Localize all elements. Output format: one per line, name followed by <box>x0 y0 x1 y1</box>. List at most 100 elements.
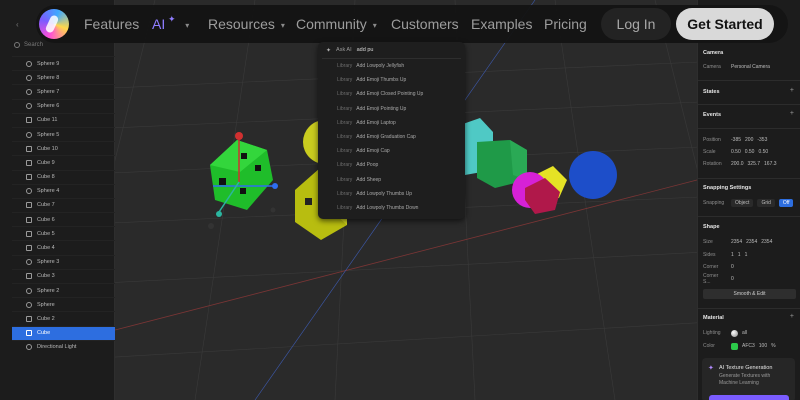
get-started-button[interactable]: Get Started <box>676 8 774 40</box>
color-swatch[interactable] <box>731 342 738 350</box>
layer-item-label: Sphere 7 <box>37 88 60 95</box>
snapping-row[interactable]: Snapping Object Grid Off <box>703 198 796 208</box>
snap-object-option[interactable]: Object <box>731 199 754 207</box>
layer-item[interactable]: Sphere 8 <box>12 70 115 84</box>
nav-link-resources[interactable]: Resources ▾ <box>208 16 285 32</box>
position-row[interactable]: Position -385 200 -353 <box>703 135 796 145</box>
lighting-row[interactable]: Lighting all <box>703 328 796 338</box>
scale-row[interactable]: Scale 0.50 0.50 0.50 <box>703 147 796 157</box>
sphere-icon <box>26 103 32 110</box>
palette-item[interactable]: Library Add Sheep <box>318 173 465 187</box>
size-y[interactable]: 2354 <box>746 239 757 245</box>
layer-item[interactable]: Cube 3 <box>12 268 115 283</box>
nav-link-community[interactable]: Community ▾ <box>296 16 377 32</box>
rotation-x[interactable]: 200.0 <box>731 161 744 167</box>
ai-texture-button[interactable] <box>709 395 789 400</box>
sides-z[interactable]: 1 <box>745 252 748 258</box>
layer-item[interactable]: Sphere 7 <box>12 84 115 98</box>
position-x[interactable]: -385 <box>731 137 741 143</box>
rotation-z[interactable]: 167.3 <box>764 161 777 167</box>
position-y[interactable]: 200 <box>745 137 753 143</box>
layer-item[interactable]: Sphere 5 <box>12 126 115 141</box>
palette-item[interactable]: Library Add Lowpoly Thumbs Up <box>318 187 465 201</box>
size-row[interactable]: Size 2354 2354 2354 <box>703 237 796 247</box>
camera-row[interactable]: Camera Personal Camera <box>703 62 796 72</box>
brand-logo[interactable] <box>39 9 69 39</box>
corner-smoothing-value[interactable]: 0 <box>731 276 734 282</box>
palette-item[interactable]: Library Add Emoji Graduation Cap <box>318 130 465 144</box>
size-z[interactable]: 2354 <box>761 239 772 245</box>
layer-item[interactable]: Cube 7 <box>12 197 115 212</box>
palette-search-field[interactable]: ✦ Ask AI add pu <box>318 42 465 58</box>
scale-y[interactable]: 0.50 <box>745 149 755 155</box>
layer-item[interactable]: Sphere 2 <box>12 283 115 297</box>
palette-item[interactable]: Library Add Emoji Pointing Up <box>318 102 465 116</box>
sides-row[interactable]: Sides 1 1 1 <box>703 250 796 260</box>
layer-item[interactable]: Cube 4 <box>12 240 115 254</box>
nav-link-pricing[interactable]: Pricing <box>544 16 587 32</box>
login-button[interactable]: Log In <box>601 8 671 40</box>
snapping-toggle[interactable]: Off <box>778 199 794 207</box>
ai-texture-card[interactable]: ✦ AI Texture Generation Generate Texture… <box>702 358 795 400</box>
layer-item[interactable]: Sphere 3 <box>12 254 115 269</box>
panel-collapse-icon[interactable]: ‹ <box>16 20 19 29</box>
position-z[interactable]: -353 <box>757 137 767 143</box>
opacity-value[interactable]: 100 <box>759 343 767 349</box>
snap-grid-option[interactable]: Grid <box>757 199 775 207</box>
layer-item[interactable]: Cube 2 <box>12 311 115 325</box>
palette-item[interactable]: Library Add Lowpoly Jellyfish <box>318 59 465 73</box>
layer-item[interactable]: Sphere <box>12 297 115 311</box>
cube-icon <box>26 245 32 252</box>
color-row[interactable]: Color AFC3 100 % <box>703 341 796 351</box>
palette-item[interactable]: Library Add Lowpoly Thumbs Down <box>318 201 465 215</box>
add-material-icon[interactable]: + <box>790 313 794 320</box>
palette-item[interactable]: Library Add Emoji Thumbs Up <box>318 73 465 87</box>
corner-row[interactable]: Corner 0 <box>703 262 796 272</box>
layer-item[interactable]: Cube 9 <box>12 155 115 169</box>
size-x[interactable]: 2354 <box>731 239 742 245</box>
add-event-icon[interactable]: + <box>790 110 794 117</box>
layer-item[interactable]: Cube 11 <box>12 112 115 127</box>
layer-item-label: Cube 8 <box>37 174 55 181</box>
add-state-icon[interactable]: + <box>790 87 794 94</box>
corner-value[interactable]: 0 <box>731 264 734 270</box>
smooth-edit-button[interactable]: Smooth & Edit <box>703 289 796 299</box>
scale-x[interactable]: 0.50 <box>731 149 741 155</box>
sides-x[interactable]: 1 <box>731 252 734 258</box>
palette-item-category: Library <box>337 91 353 98</box>
nav-link-examples[interactable]: Examples <box>471 16 532 32</box>
layer-item[interactable]: Directional Light <box>12 339 115 354</box>
sphere-icon <box>26 131 32 138</box>
layer-item[interactable]: Sphere 9 <box>12 56 115 70</box>
scale-z[interactable]: 0.50 <box>758 149 768 155</box>
inspector-panel: Camera Camera Personal Camera States + E… <box>697 0 800 400</box>
layer-item[interactable]: Sphere 4 <box>12 183 115 198</box>
palette-item[interactable]: Library Add Poop <box>318 158 465 172</box>
cube-icon <box>26 273 32 280</box>
layer-item[interactable]: Cube 5 <box>12 226 115 240</box>
camera-label: Camera <box>703 64 721 70</box>
corner-smoothing-row[interactable]: Corner S... 0 <box>703 273 796 285</box>
sphere-icon <box>26 60 32 67</box>
palette-item[interactable]: Library Add Emoji Laptop <box>318 116 465 130</box>
camera-value[interactable]: Personal Camera <box>731 64 770 70</box>
nav-link-features[interactable]: Features <box>84 16 139 32</box>
palette-item[interactable]: Library Add Emoji Closed Pointing Up <box>318 87 465 101</box>
layer-item[interactable]: Cube 8 <box>12 169 115 184</box>
palette-item[interactable]: Library Add Emoji Cap <box>318 144 465 158</box>
layer-item[interactable]: Cube 6 <box>12 212 115 226</box>
lighting-preview-icon[interactable] <box>731 329 738 337</box>
rotation-row[interactable]: Rotation 200.0 325.7 167.3 <box>703 159 796 169</box>
layer-item-label: Cube 11 <box>37 117 58 124</box>
lighting-value[interactable]: all <box>742 330 747 336</box>
rotation-y[interactable]: 325.7 <box>748 161 761 167</box>
layer-item[interactable]: Cube 10 <box>12 141 115 155</box>
color-code[interactable]: AFC3 <box>742 343 755 349</box>
layer-item[interactable]: Sphere 6 <box>12 98 115 113</box>
sphere-icon <box>26 259 32 266</box>
palette-query[interactable]: add pu <box>357 47 374 53</box>
nav-link-customers[interactable]: Customers <box>391 16 459 32</box>
cube-icon <box>26 117 32 124</box>
layer-item[interactable]: Cube <box>12 325 115 340</box>
sides-y[interactable]: 1 <box>738 252 741 258</box>
